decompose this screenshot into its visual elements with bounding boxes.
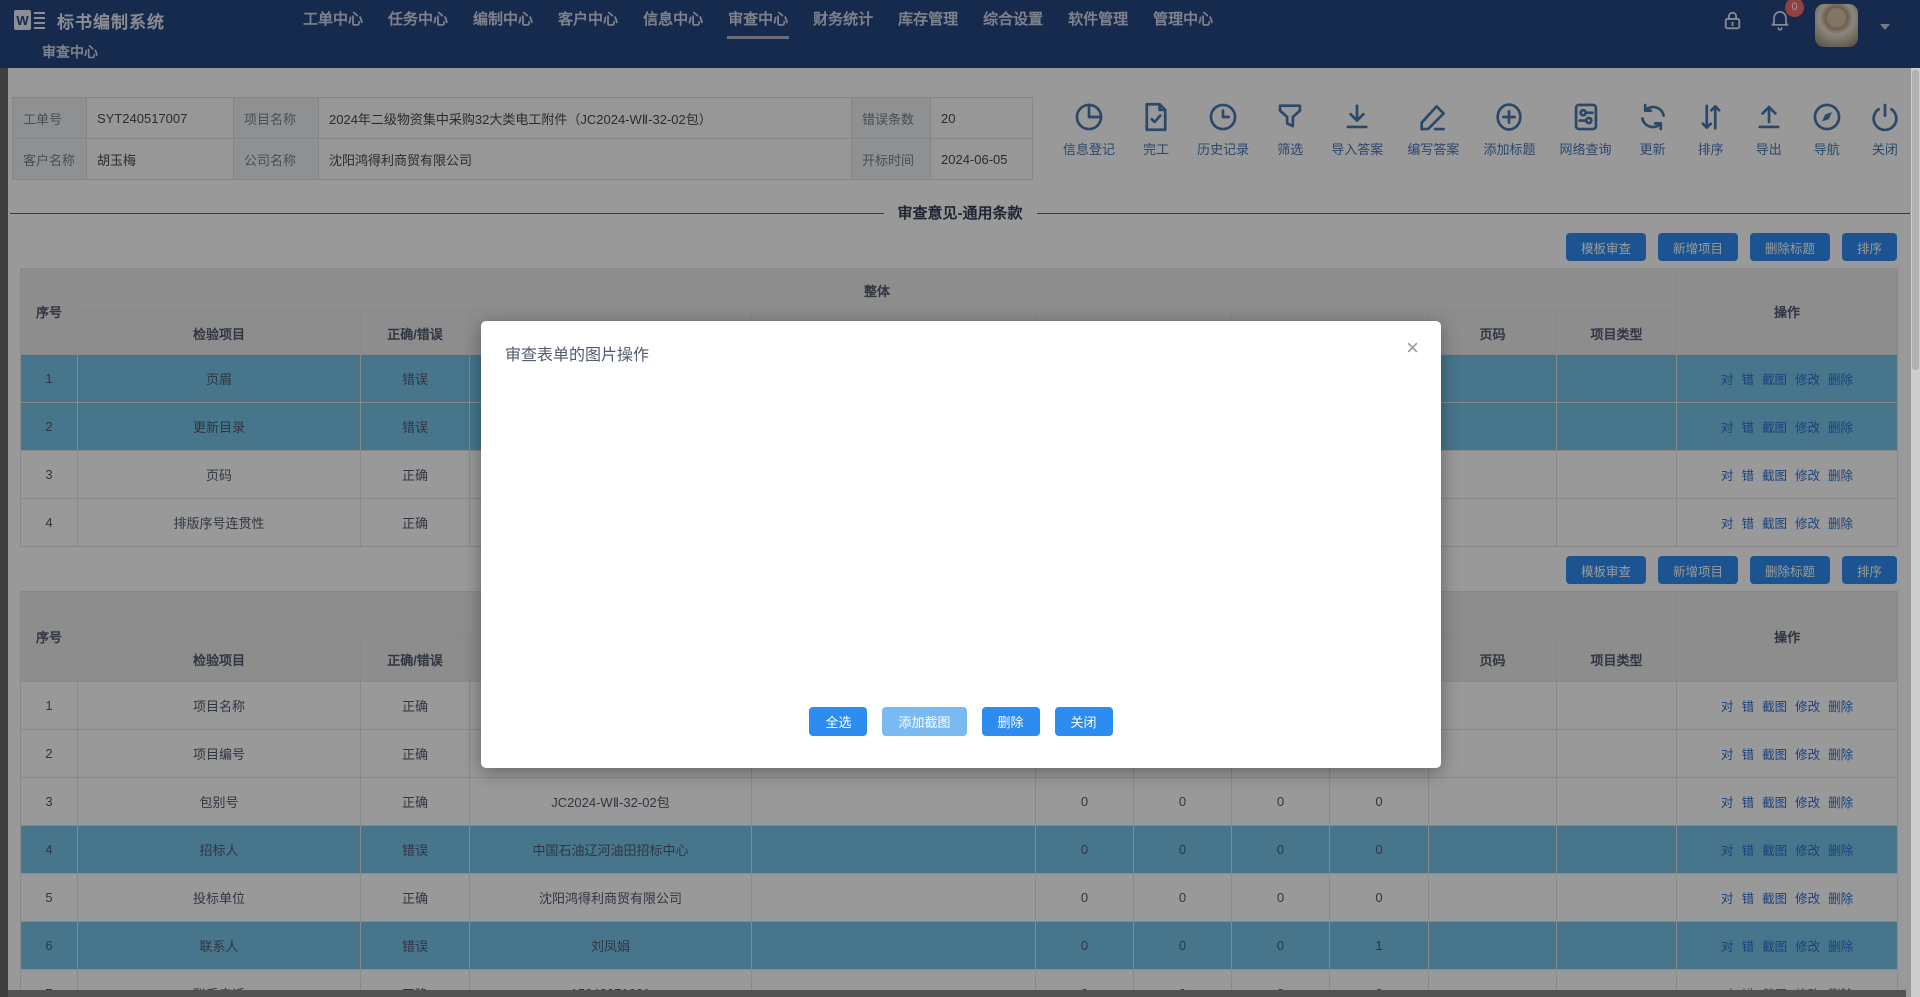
modal-button-删除[interactable]: 删除 — [981, 707, 1040, 736]
vertical-scrollbar[interactable] — [1911, 68, 1920, 997]
scrollbar-thumb[interactable] — [1912, 70, 1919, 370]
modal-header: 审查表单的图片操作 × — [481, 321, 1441, 365]
modal-button-添加截图[interactable]: 添加截图 — [882, 707, 967, 736]
modal-footer: 全选 添加截图 删除 关闭 — [481, 707, 1441, 736]
modal-button-全选[interactable]: 全选 — [809, 707, 868, 736]
modal-title: 审查表单的图片操作 — [505, 347, 650, 364]
modal-button-关闭[interactable]: 关闭 — [1054, 707, 1113, 736]
image-operations-modal: 审查表单的图片操作 × 全选 添加截图 删除 关闭 — [481, 321, 1441, 768]
close-icon[interactable]: × — [1406, 337, 1419, 359]
app-root: W 标书编制系统 工单中心 任务中心 编制中心 客户中心 信息中心 审查中心 财务统计 库存管… — [0, 0, 1920, 997]
modal-body — [481, 365, 1441, 665]
